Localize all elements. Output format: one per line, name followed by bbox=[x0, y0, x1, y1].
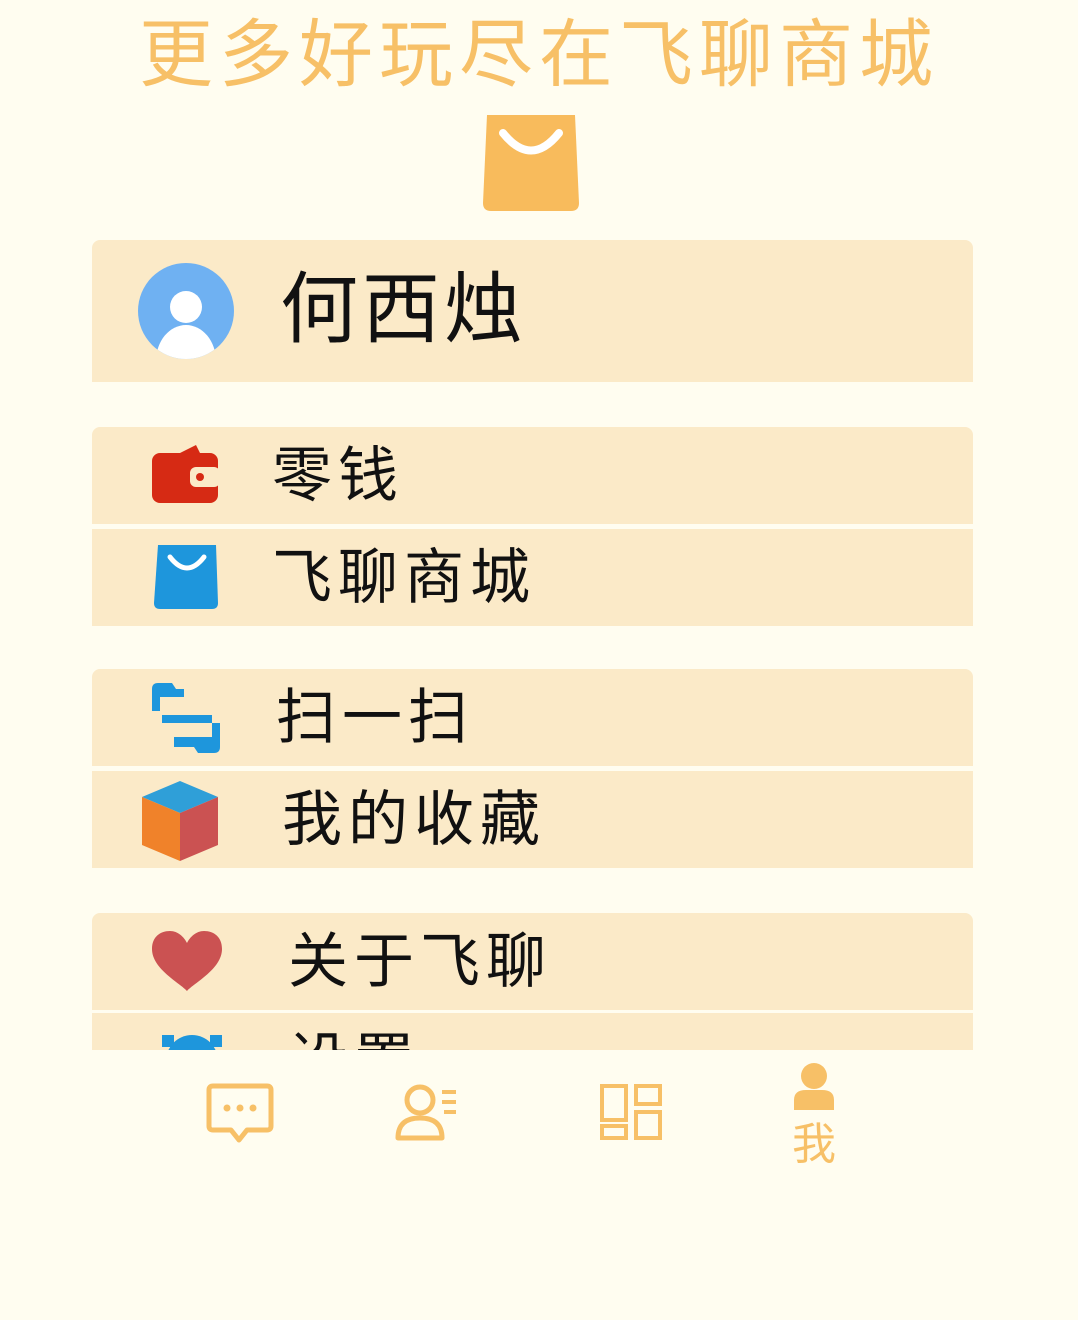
menu-item-settings[interactable]: 设置 bbox=[92, 1013, 973, 1050]
tab-contacts[interactable] bbox=[392, 1080, 462, 1150]
settings-icon bbox=[160, 1025, 234, 1050]
chat-icon bbox=[206, 1083, 274, 1143]
shopping-bag-icon bbox=[150, 541, 224, 615]
tab-apps[interactable] bbox=[596, 1082, 666, 1152]
contacts-icon bbox=[395, 1084, 456, 1141]
menu-item-label: 飞聊商城 bbox=[272, 543, 536, 613]
bottom-tab-bar bbox=[0, 1050, 1078, 1190]
menu-item-label: 扫一扫 bbox=[276, 683, 474, 753]
scan-icon bbox=[150, 681, 224, 755]
menu-item-about[interactable]: 关于飞聊 bbox=[92, 913, 973, 1010]
menu-item-wallet[interactable]: 零钱 bbox=[92, 427, 973, 524]
menu-item-label: 我的收藏 bbox=[282, 785, 546, 855]
menu-item-shop[interactable]: 飞聊商城 bbox=[92, 529, 973, 626]
me-icon bbox=[794, 1063, 834, 1110]
tab-me-label[interactable]: 我 bbox=[776, 1118, 852, 1172]
tab-chat[interactable] bbox=[205, 1080, 275, 1150]
cube-icon bbox=[138, 779, 222, 863]
menu-item-favorites[interactable]: 我的收藏 bbox=[92, 771, 973, 868]
heart-icon bbox=[150, 925, 224, 999]
menu-item-label: 关于飞聊 bbox=[288, 927, 552, 997]
menu-item-label: 零钱 bbox=[272, 441, 404, 511]
menu-item-label: 设置 bbox=[288, 1025, 420, 1050]
menu-item-scan[interactable]: 扫一扫 bbox=[92, 669, 973, 766]
apps-grid-icon bbox=[600, 1084, 662, 1140]
wallet-icon bbox=[150, 439, 224, 513]
tab-me[interactable] bbox=[786, 1060, 846, 1112]
menu-list: 零钱 飞聊商城 扫一扫 我的收藏 关于飞聊 bbox=[0, 0, 1078, 1050]
